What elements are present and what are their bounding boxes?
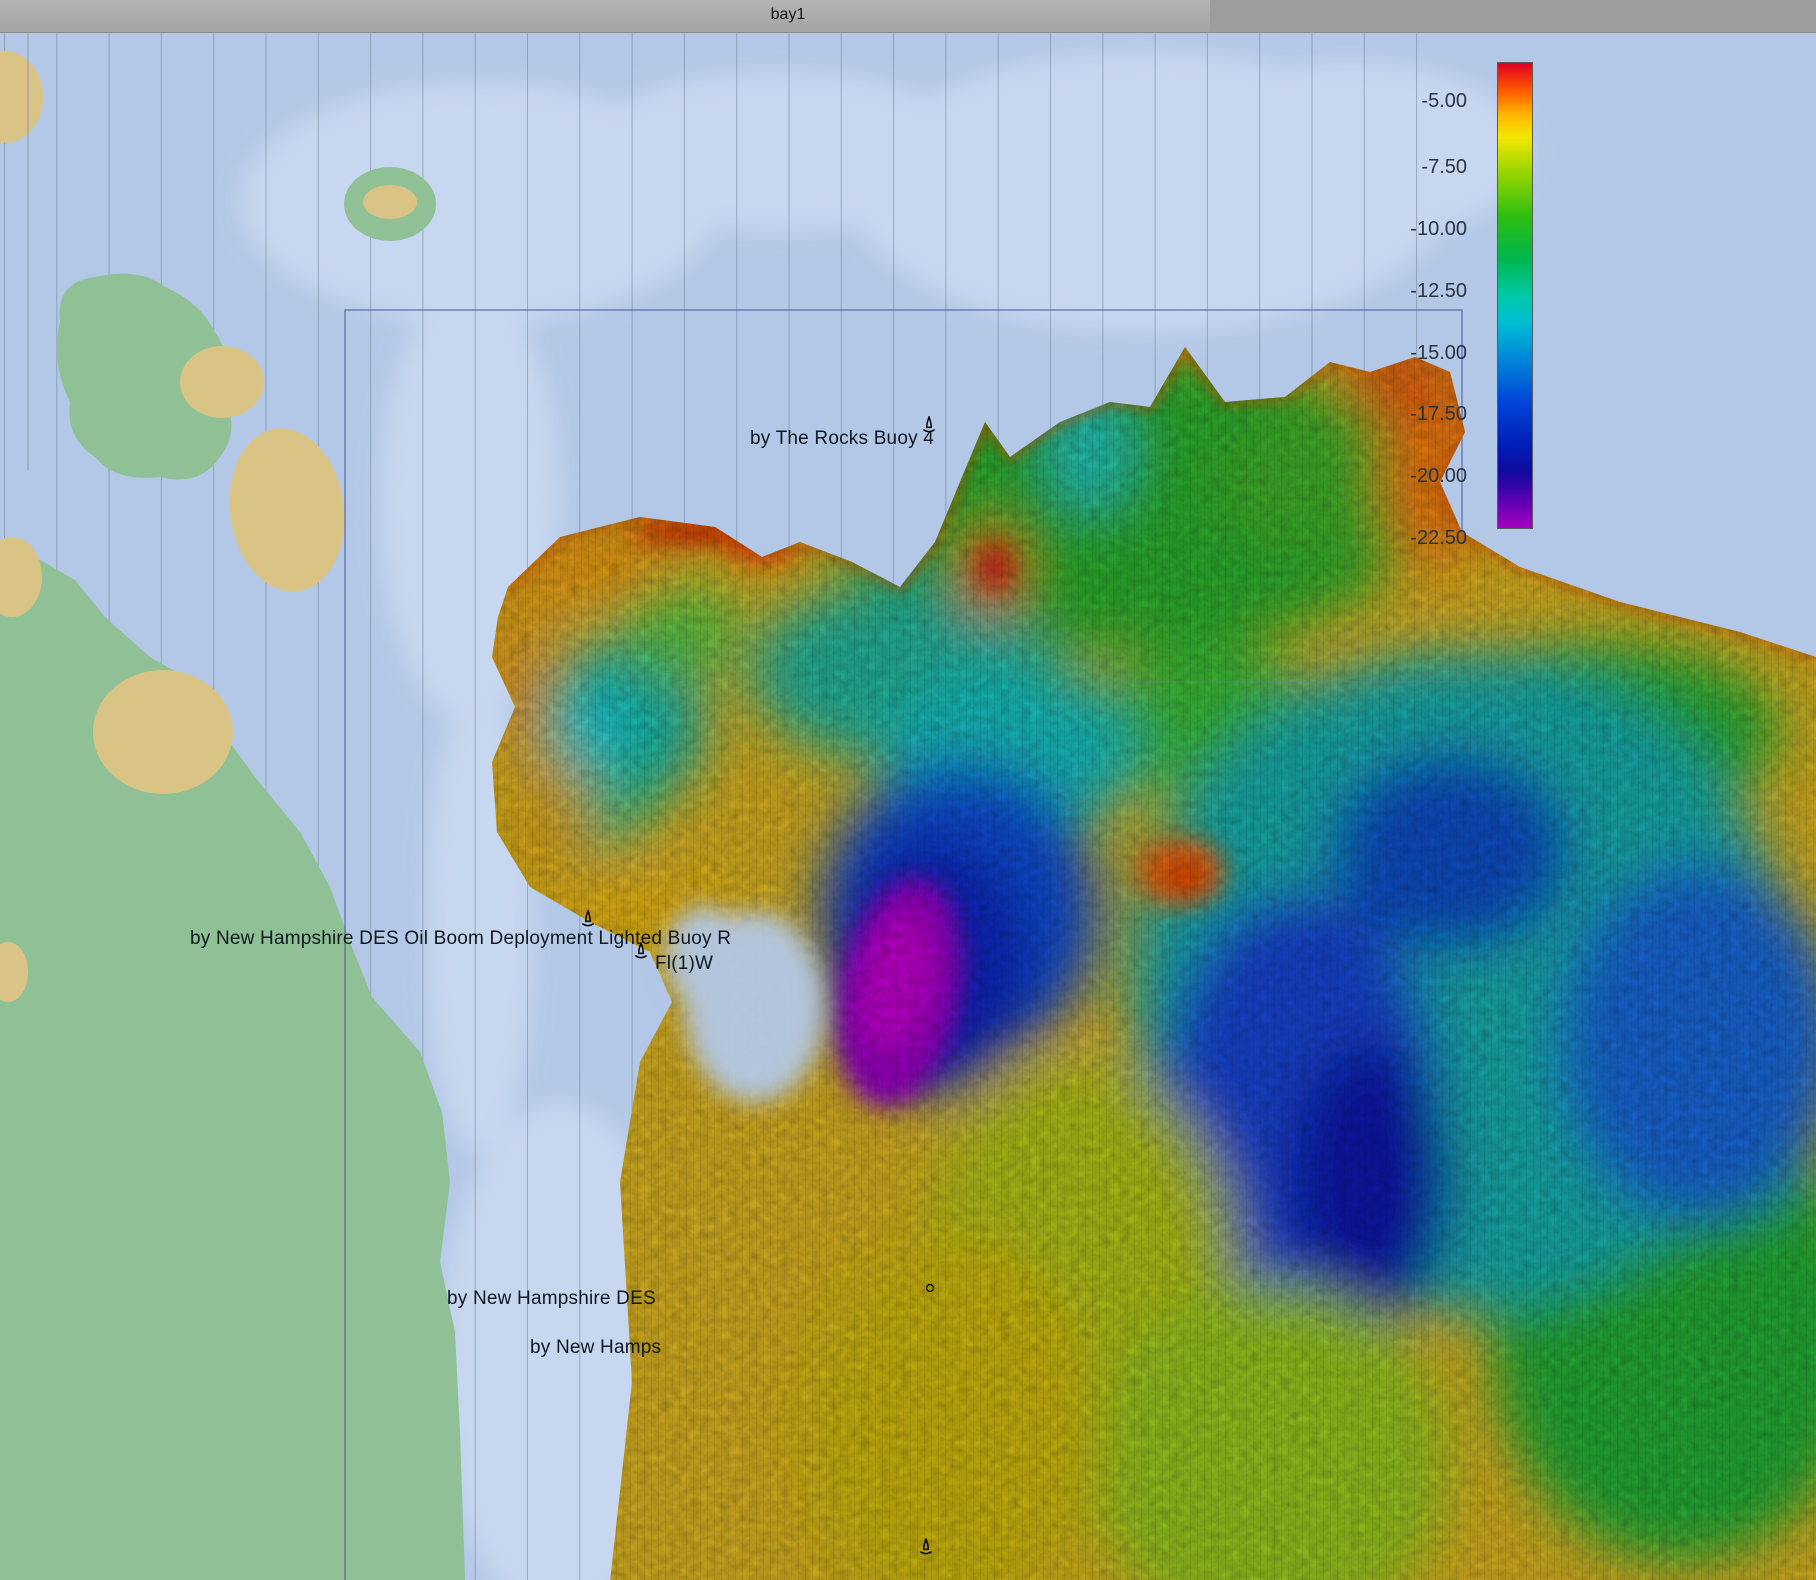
depth-colorbar [1497, 62, 1533, 529]
window-titlebar[interactable]: bay1 [0, 0, 1816, 33]
legend-label: -22.50 [1357, 527, 1467, 550]
nautical-chart[interactable] [0, 32, 1816, 1580]
annotation-des-bottom: by New Hampshire DES [447, 1288, 656, 1310]
titlebar-right-panel [1210, 0, 1816, 32]
legend-label: -10.00 [1357, 218, 1467, 241]
map-viewport[interactable]: by The Rocks Buoy 4 by New Hampshire DES… [0, 32, 1816, 1580]
annotation-rocks-buoy: by The Rocks Buoy 4 [750, 428, 934, 450]
legend-label: -15.00 [1357, 342, 1467, 365]
annotation-light-characteristic: Fl(1)W [655, 953, 713, 975]
annotation-hamps-bottom: by New Hamps [530, 1337, 661, 1359]
legend-label: -5.00 [1357, 90, 1467, 113]
window-title: bay1 [738, 6, 838, 24]
legend-label: -20.00 [1357, 465, 1467, 488]
legend-label: -17.50 [1357, 403, 1467, 426]
legend-label: -12.50 [1357, 280, 1467, 303]
app-window: bay1 [0, 0, 1816, 1580]
annotation-oil-boom-buoy: by New Hampshire DES Oil Boom Deployment… [190, 928, 731, 950]
legend-label: -7.50 [1357, 156, 1467, 179]
